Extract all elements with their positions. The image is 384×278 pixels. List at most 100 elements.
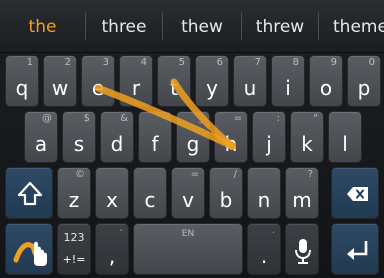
key-hint: & [120,113,128,124]
key-hint: 8 [292,57,299,68]
key-hint: 6 [216,57,223,68]
key-v[interactable]: = v [171,167,205,219]
key-w[interactable]: 2w [43,55,77,107]
key-f[interactable]: -f [138,111,172,163]
keyboard: the three thew threw theme 1q 2w 3e 4r 5… [0,0,384,278]
key-a[interactable]: @ a [24,111,58,163]
key-hint: / [233,169,237,180]
key-n[interactable]: n [247,167,281,219]
suggestion-1[interactable]: the [0,0,85,52]
key-z[interactable]: © z [57,167,91,219]
key-e[interactable]: 3e [81,55,115,107]
key-hint: 9 [330,57,337,68]
key-hint: . [271,225,275,236]
key-label: d [110,132,124,156]
key-u[interactable]: 7u [233,55,267,107]
key-label: k [301,132,313,156]
key-hint: 2 [64,57,71,68]
key-hint: @ [42,113,52,124]
symbols-key-label-bottom: +!= [62,253,86,266]
key-k[interactable]: " k [290,111,324,163]
key-hint: 0 [368,57,375,68]
swype-key[interactable] [5,223,53,275]
key-g[interactable]: _ g [176,111,210,163]
key-label: v [182,188,194,212]
key-hint: 5 [178,57,185,68]
key-hint: 1 [26,57,33,68]
suggestion-3[interactable]: thew [163,0,241,52]
key-x[interactable]: x [95,167,129,219]
key-hint: $ [83,113,90,124]
key-label: u [243,76,257,100]
key-label: c [144,188,156,212]
key-label: p [357,76,371,100]
key-p[interactable]: 0p [347,55,381,107]
suggestion-4[interactable]: threw [242,0,318,52]
key-q[interactable]: 1q [5,55,39,107]
key-label: z [68,188,80,212]
key-j[interactable]: :j [252,111,286,163]
key-i[interactable]: 8i [271,55,305,107]
key-label: r [131,76,141,100]
backspace-key[interactable] [331,167,379,219]
key-label: a [34,132,48,156]
key-hint: 3 [102,57,109,68]
suggestion-bar: the three thew threw theme [0,0,384,53]
suggestion-5[interactable]: theme [319,0,384,52]
key-hint: - [162,113,166,124]
key-hint: " [313,113,318,124]
key-label: q [15,76,29,100]
key-hint: © [75,169,85,180]
key-label: e [91,76,105,100]
key-label: y [206,76,218,100]
microphone-key[interactable] [285,223,319,275]
language-label: EN [181,229,195,239]
key-label: w [51,76,69,100]
shift-key[interactable] [5,167,53,219]
period-key[interactable]: . . [247,223,281,275]
key-hint: 4 [140,57,147,68]
key-label: b [219,188,233,212]
suggestion-2[interactable]: three [86,0,162,52]
key-s[interactable]: $ s [62,111,96,163]
key-hint: = [233,113,242,124]
key-h[interactable]: = h [214,111,248,163]
key-label: t [170,76,178,100]
microphone-icon [295,239,311,264]
key-label: n [257,188,271,212]
enter-icon [347,241,368,260]
key-label: o [319,76,333,100]
key-label: h [224,132,238,156]
key-b[interactable]: / b [209,167,243,219]
key-y[interactable]: 6y [195,55,229,107]
comma-key[interactable]: - , [95,223,129,275]
spacebar[interactable]: EN [133,223,243,275]
key-label: f [151,132,159,156]
key-m[interactable]: ? m [285,167,319,219]
key-hint: = [190,169,199,180]
key-o[interactable]: 9o [309,55,343,107]
key-label: g [186,132,200,156]
key-hint: _ [199,113,204,124]
key-l[interactable]: l [328,111,362,163]
key-t[interactable]: 5t [157,55,191,107]
key-hint: : [276,113,280,124]
shift-icon [17,181,43,206]
enter-key[interactable] [331,223,379,275]
key-label: j [266,132,272,156]
symbols-key[interactable]: 123 +!= [57,223,91,275]
key-label: . [260,244,268,268]
key-label: i [285,76,291,100]
key-label: m [292,188,312,212]
key-c[interactable]: c [133,167,167,219]
key-label: s [73,132,85,156]
key-hint: ? [307,169,313,180]
key-label: x [106,188,118,212]
key-label: l [342,132,348,156]
key-hint: 7 [254,57,261,68]
key-d[interactable]: & d [100,111,134,163]
backspace-icon [347,187,368,201]
key-r[interactable]: 4r [119,55,153,107]
swype-icon [13,241,47,266]
symbols-key-label-top: 123 [63,231,85,244]
